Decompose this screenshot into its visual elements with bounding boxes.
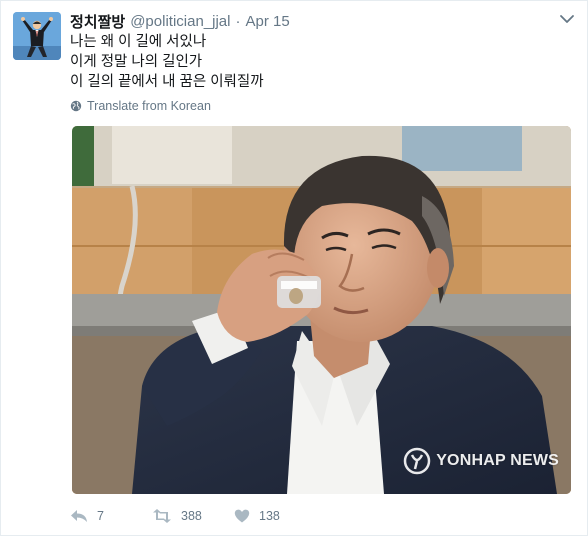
reply-count: 7 — [97, 509, 104, 523]
retweet-icon — [153, 509, 171, 523]
tweet-photo[interactable]: YONHAP NEWS — [72, 126, 571, 494]
tweet-text: 나는 왜 이 길에 서있나 이게 정말 나의 길인가 이 길의 끝에서 내 꿈은… — [70, 32, 567, 92]
heart-icon — [234, 509, 250, 523]
tweet-actions: 7 388 138 — [70, 506, 324, 526]
tweet-text-line: 이 길의 끝에서 내 꿈은 이뤄질까 — [70, 74, 264, 90]
avatar-image — [13, 12, 61, 60]
watermark-text: YONHAP NEWS — [436, 452, 559, 469]
reply-button[interactable]: 7 — [70, 509, 152, 523]
reply-icon — [71, 510, 87, 522]
translate-link[interactable]: Translate from Korean — [70, 97, 211, 115]
like-button[interactable]: 138 — [234, 509, 324, 523]
user-handle[interactable]: @politician_jjal — [130, 13, 230, 30]
tweet-header: 정치짤방 @politician_jjal · Apr 15 — [70, 11, 547, 31]
avatar[interactable] — [13, 12, 61, 60]
tweet-text-line: 이게 정말 나의 길인가 — [70, 54, 203, 70]
chevron-down-icon[interactable] — [559, 13, 575, 25]
retweet-count: 388 — [181, 509, 202, 523]
retweet-button[interactable]: 388 — [152, 509, 234, 523]
tweet-text-line: 나는 왜 이 길에 서있나 — [70, 34, 207, 50]
separator-dot: · — [235, 12, 241, 30]
photo-watermark: YONHAP NEWS — [403, 446, 559, 476]
like-count: 138 — [259, 509, 280, 523]
translate-label: Translate from Korean — [87, 99, 211, 113]
globe-icon — [70, 100, 82, 112]
tweet-card[interactable]: 정치짤방 @politician_jjal · Apr 15 나는 왜 이 길에… — [0, 0, 588, 536]
photo-image — [72, 126, 571, 494]
timestamp-link[interactable]: Apr 15 — [245, 13, 289, 30]
display-name[interactable]: 정치짤방 — [70, 11, 125, 32]
yonhap-logo-icon — [403, 447, 431, 475]
